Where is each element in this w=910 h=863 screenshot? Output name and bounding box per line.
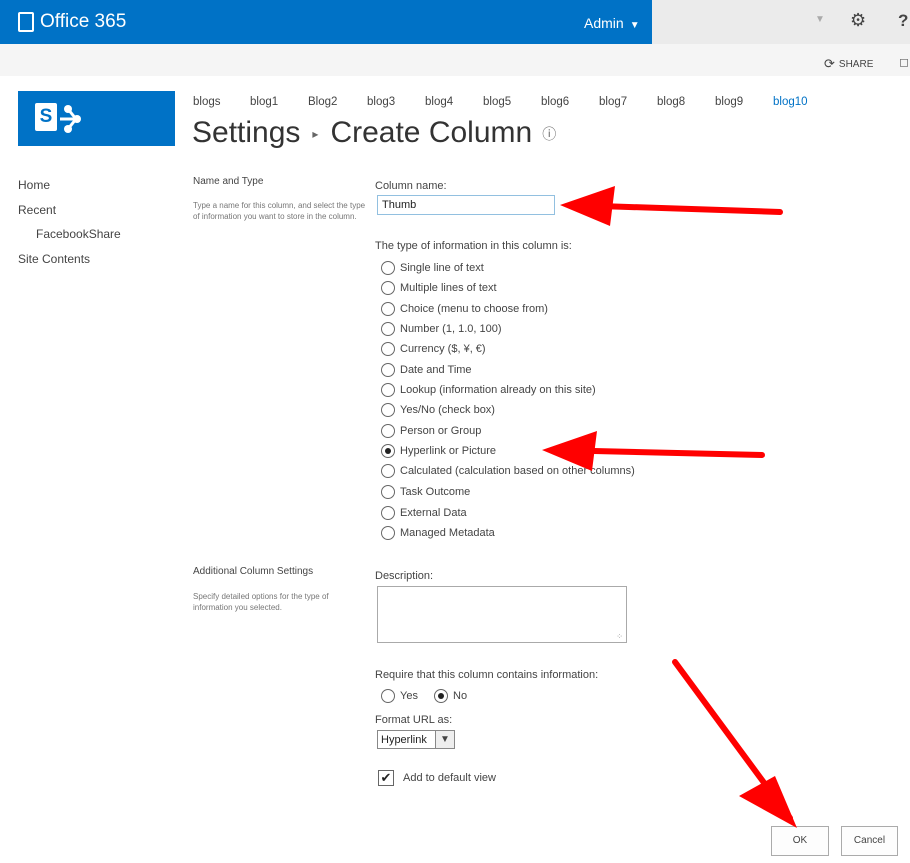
radio-selected-icon[interactable] [381,444,395,458]
radio-icon[interactable] [381,424,395,438]
tab-blog10[interactable]: blog10 [773,96,808,108]
type-option-hyperlink-picture[interactable]: Hyperlink or Picture [381,444,496,458]
suite-bar-blue: Office 365 Admin ▼ [0,0,652,44]
column-name-input[interactable] [377,195,555,215]
user-menu[interactable]: Admin ▼ [584,15,640,31]
require-yes-option[interactable]: Yes [381,689,418,703]
gear-icon[interactable]: ⚙ [850,10,866,31]
office365-logo[interactable]: Office 365 [18,11,126,33]
type-option-person-group[interactable]: Person or Group [381,424,481,438]
site-tabs: blogs blog1 Blog2 blog3 blog4 blog5 blog… [193,96,808,108]
info-icon[interactable]: ⓘ [542,126,556,142]
type-option-yes-no[interactable]: Yes/No (check box) [381,403,495,417]
radio-icon[interactable] [381,383,395,397]
sharepoint-network-icon [60,105,81,133]
ribbon-bar [0,44,910,76]
radio-icon[interactable] [381,261,395,275]
tab-blog6[interactable]: blog6 [541,96,599,108]
radio-icon[interactable] [381,403,395,417]
resize-grip-icon[interactable]: ⁘ [616,633,623,641]
nav-item-home[interactable]: Home [18,178,50,192]
annotation-arrow-hyperlink [549,447,765,458]
share-icon: ⟳ [824,56,835,71]
annotation-arrowhead-1 [560,186,615,226]
add-default-view-label: Add to default view [403,772,496,784]
type-option-external-data[interactable]: External Data [381,506,467,520]
format-url-select[interactable]: Hyperlink ▼ [377,730,455,749]
type-question-label: The type of information in this column i… [375,240,572,252]
tab-blog7[interactable]: blog7 [599,96,657,108]
type-option-date-time[interactable]: Date and Time [381,363,472,377]
description-label: Description: [375,570,434,582]
type-option-number[interactable]: Number (1, 1.0, 100) [381,322,502,336]
radio-icon[interactable] [381,689,395,703]
radio-icon[interactable] [381,464,395,478]
type-option-choice[interactable]: Choice (menu to choose from) [381,302,548,316]
radio-icon[interactable] [381,302,395,316]
tab-blog2[interactable]: Blog2 [308,96,367,108]
section-desc-name-type: Type a name for this column, and select … [193,201,366,221]
tab-blog8[interactable]: blog8 [657,96,715,108]
brand-label: Office 365 [40,11,127,32]
add-default-view-checkbox[interactable]: ✔ [378,770,394,786]
tab-blog1[interactable]: blog1 [250,96,308,108]
breadcrumb-settings[interactable]: Settings [192,116,300,149]
dropdown-icon[interactable]: ▼ [815,14,825,25]
annotation-arrowhead-3 [739,776,797,828]
type-option-lookup[interactable]: Lookup (information already on this site… [381,383,596,397]
section-title-name-type: Name and Type [193,176,264,187]
require-label: Require that this column contains inform… [375,669,599,681]
tab-blog3[interactable]: blog3 [367,96,425,108]
type-option-task-outcome[interactable]: Task Outcome [381,485,470,499]
annotation-arrow-column-name [567,202,783,215]
suite-bar-tools: ▼ ⚙ ? [652,0,910,44]
suite-bar: Office 365 Admin ▼ ▼ ⚙ ? [0,0,910,44]
nav-item-site-contents[interactable]: Site Contents [18,252,90,266]
type-option-managed-metadata[interactable]: Managed Metadata [381,526,495,540]
breadcrumb-current: Create Column [330,116,533,149]
chevron-down-icon: ▼ [435,731,454,748]
user-name: Admin [584,15,624,31]
cancel-button[interactable]: Cancel [841,826,898,856]
nav-item-recent[interactable]: Recent [18,203,56,217]
nav-item-facebookshare[interactable]: FacebookShare [36,227,121,241]
focus-icon[interactable]: ◻ [899,55,909,69]
radio-icon[interactable] [381,485,395,499]
section-desc-additional: Specify detailed options for the type of… [193,592,329,612]
help-icon[interactable]: ? [898,11,908,31]
office-icon [18,12,34,32]
radio-icon[interactable] [381,506,395,520]
share-label: SHARE [838,58,874,70]
require-no-option[interactable]: No [434,689,467,703]
share-button[interactable]: ⟳ SHARE [824,56,873,72]
tab-blogs[interactable]: blogs [193,96,250,108]
type-option-multiple-lines[interactable]: Multiple lines of text [381,281,497,295]
type-option-currency[interactable]: Currency ($, ¥, €) [381,342,486,356]
section-title-additional: Additional Column Settings [193,566,314,577]
tab-blog4[interactable]: blog4 [425,96,483,108]
breadcrumb-separator-icon: ▸ [312,127,319,142]
radio-icon[interactable] [381,526,395,540]
sharepoint-s-icon: S [35,103,57,131]
radio-icon[interactable] [381,322,395,336]
radio-icon[interactable] [381,342,395,356]
format-url-value: Hyperlink [381,733,427,746]
type-option-single-line[interactable]: Single line of text [381,261,484,275]
radio-icon[interactable] [381,363,395,377]
annotation-arrow-ok [672,659,793,821]
page-title: Settings ▸ Create Column ⓘ [192,116,556,150]
ok-button[interactable]: OK [771,826,829,856]
radio-icon[interactable] [381,281,395,295]
column-name-label: Column name: [375,180,447,192]
sharepoint-logo[interactable]: S [18,91,175,146]
tab-blog5[interactable]: blog5 [483,96,541,108]
radio-selected-icon[interactable] [434,689,448,703]
description-textarea[interactable]: ⁘ [377,586,627,643]
tab-blog9[interactable]: blog9 [715,96,773,108]
format-url-label: Format URL as: [375,714,453,726]
caret-down-icon: ▼ [629,20,640,31]
type-option-calculated[interactable]: Calculated (calculation based on other c… [381,464,635,478]
